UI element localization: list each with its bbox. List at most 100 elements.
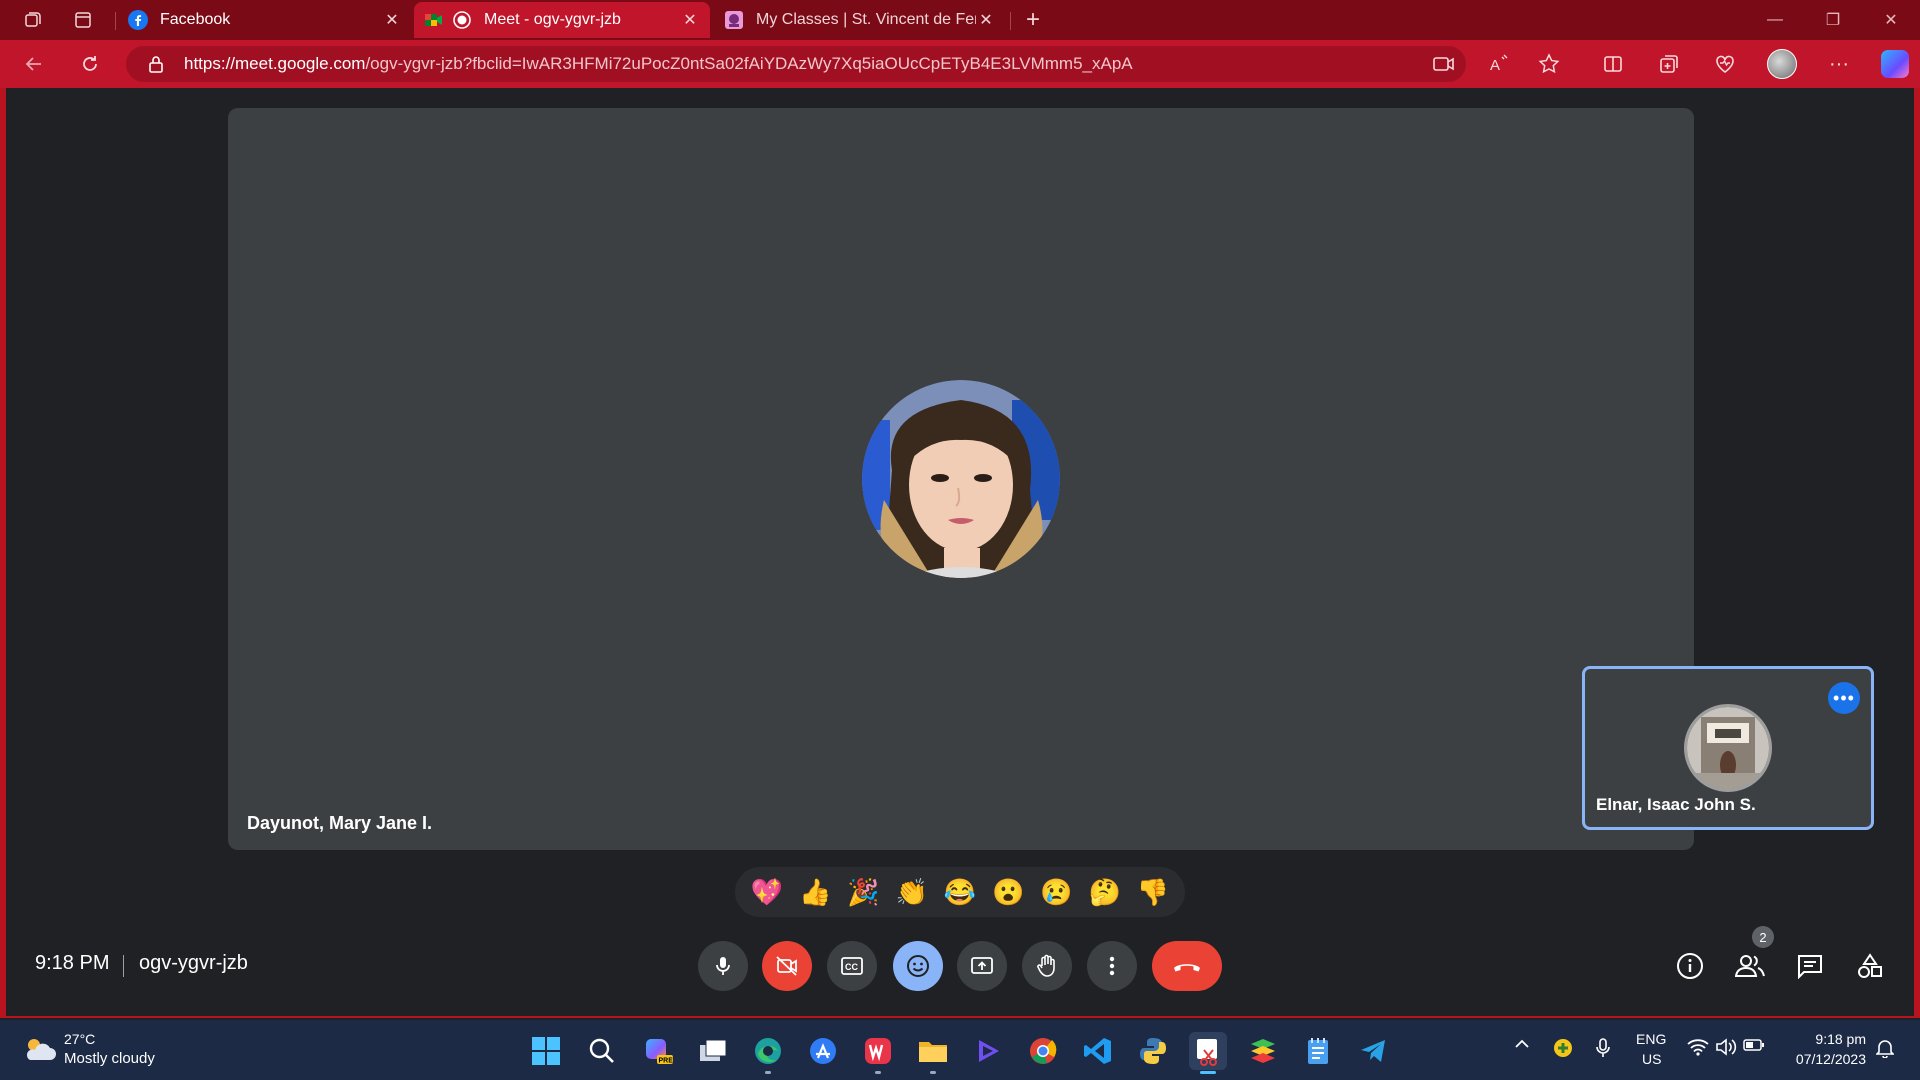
browser-tab-bar: Facebook ✕ Meet - ogv-ygvr-jzb ✕ My Clas… (0, 0, 1920, 40)
back-icon[interactable] (18, 49, 50, 79)
search-icon[interactable] (583, 1032, 621, 1070)
edge-icon[interactable] (749, 1032, 787, 1070)
volume-icon[interactable] (1714, 1038, 1738, 1056)
restore-icon[interactable]: ❐ (1804, 0, 1862, 40)
self-participant-name: Elnar, Isaac John S. (1596, 795, 1756, 814)
people-icon[interactable] (1732, 948, 1768, 984)
notification-bell-icon[interactable] (1874, 1038, 1896, 1058)
input-region[interactable]: US (1642, 1051, 1661, 1067)
chat-icon[interactable] (1792, 948, 1828, 984)
minimize-icon[interactable]: — (1746, 0, 1804, 40)
more-options-icon[interactable]: ••• (1828, 682, 1860, 714)
tab-label: My Classes | St. Vincent de Ferrer (756, 11, 976, 28)
python-icon[interactable] (1134, 1032, 1172, 1070)
start-icon[interactable] (527, 1032, 565, 1070)
svg-text:PRE: PRE (659, 1058, 674, 1065)
active-indicator (1200, 1071, 1216, 1074)
hang-up-icon (1174, 964, 1200, 972)
meet-icon (424, 10, 444, 30)
read-aloud-icon[interactable]: A (1484, 49, 1514, 79)
close-window-icon[interactable]: ✕ (1862, 0, 1920, 40)
meeting-info-icon[interactable] (1672, 948, 1708, 984)
weather-description: Mostly cloudy (64, 1050, 155, 1067)
weather-temperature: 27°C (64, 1031, 96, 1047)
system-clock[interactable]: 9:18 pm 07/12/2023 (1782, 1029, 1866, 1069)
reaction-surprised[interactable]: 😮 (986, 870, 1030, 914)
present-screen-button[interactable] (957, 941, 1007, 991)
url-field[interactable]: https://meet.google.com/ogv-ygvr-jzb?fbc… (126, 46, 1466, 82)
participant-avatar (862, 380, 1060, 578)
close-tab-icon[interactable]: ✕ (680, 10, 700, 30)
more-options-button[interactable] (1087, 941, 1137, 991)
video-camera-icon[interactable] (1432, 49, 1456, 84)
wifi-icon[interactable] (1686, 1038, 1710, 1056)
microphone-button[interactable] (698, 941, 748, 991)
clock-time: 9:18 pm (1815, 1031, 1866, 1047)
captions-icon: CC (841, 957, 863, 975)
clipchamp-icon[interactable] (969, 1032, 1007, 1070)
url-host: https://meet.google.com (184, 54, 366, 73)
facebook-icon (128, 10, 148, 30)
split-screen-icon[interactable] (1598, 49, 1628, 79)
close-tab-icon[interactable]: ✕ (976, 10, 996, 30)
reaction-party-popper[interactable]: 🎉 (842, 870, 886, 914)
microphone-icon (716, 957, 730, 975)
tab-facebook[interactable]: Facebook ✕ (118, 2, 412, 38)
notepad-icon[interactable] (1299, 1032, 1337, 1070)
bluestacks-icon[interactable] (1244, 1032, 1282, 1070)
tab-label: Facebook (160, 11, 231, 28)
school-icon (724, 10, 744, 30)
profile-avatar[interactable] (1767, 49, 1797, 79)
new-tab-button[interactable]: + (1018, 6, 1048, 34)
favorite-star-icon[interactable] (1534, 49, 1564, 79)
microphone-in-use-icon[interactable] (1592, 1038, 1614, 1058)
running-indicator (875, 1071, 881, 1074)
tab-actions-icon[interactable] (68, 6, 98, 34)
clock-date: 07/12/2023 (1795, 1051, 1866, 1067)
task-view-icon[interactable] (694, 1032, 732, 1070)
file-explorer-icon[interactable] (914, 1032, 952, 1070)
wps-office-icon[interactable] (859, 1032, 897, 1070)
close-tab-icon[interactable]: ✕ (382, 10, 402, 30)
settings-more-icon[interactable]: ··· (1824, 49, 1854, 79)
reaction-thinking[interactable]: 🤔 (1083, 870, 1127, 914)
reactions-bar: 💖 👍 🎉 👏 😂 😮 😢 🤔 👎 (735, 867, 1185, 917)
reaction-clapping[interactable]: 👏 (890, 870, 934, 914)
workspaces-icon[interactable] (18, 6, 48, 34)
reaction-laughing[interactable]: 😂 (938, 870, 982, 914)
vscode-icon[interactable] (1079, 1032, 1117, 1070)
captions-button[interactable]: CC (827, 941, 877, 991)
address-bar-row: https://meet.google.com/ogv-ygvr-jzb?fbc… (0, 40, 1920, 88)
camera-off-icon (776, 956, 797, 976)
reaction-sparkling-heart[interactable]: 💖 (745, 870, 789, 914)
reaction-thumbs-up[interactable]: 👍 (793, 870, 837, 914)
reaction-thumbs-down[interactable]: 👎 (1131, 870, 1175, 914)
telegram-icon[interactable] (1354, 1032, 1392, 1070)
svg-text:A: A (1490, 57, 1500, 74)
copilot-pre-icon[interactable]: PRE (639, 1032, 677, 1070)
end-call-button[interactable] (1152, 941, 1222, 991)
tab-my-classes[interactable]: My Classes | St. Vincent de Ferrer ✕ (714, 2, 1006, 38)
battery-icon[interactable] (1742, 1038, 1766, 1052)
collections-icon[interactable] (1654, 49, 1684, 79)
browser-essentials-icon[interactable] (1710, 49, 1740, 79)
app-store-icon[interactable] (804, 1032, 842, 1070)
input-language[interactable]: ENG (1636, 1031, 1666, 1047)
reaction-crying[interactable]: 😢 (1034, 870, 1078, 914)
emoji-button[interactable] (893, 941, 943, 991)
tab-meet[interactable]: Meet - ogv-ygvr-jzb ✕ (414, 2, 710, 38)
weather-icon[interactable] (20, 1030, 58, 1068)
raise-hand-icon (1037, 954, 1055, 977)
raise-hand-button[interactable] (1022, 941, 1072, 991)
participant-count-badge: 2 (1752, 926, 1774, 948)
snipping-tool-icon[interactable] (1189, 1032, 1227, 1070)
copilot-icon[interactable] (1880, 49, 1910, 79)
refresh-icon[interactable] (74, 49, 106, 79)
url-path: /ogv-ygvr-jzb?fbclid=IwAR3HFMi72uPocZ0nt… (365, 54, 1133, 73)
activities-icon[interactable] (1852, 948, 1888, 984)
main-participant-name: Dayunot, Mary Jane I. (247, 813, 433, 833)
vpn-status-icon[interactable] (1552, 1038, 1574, 1058)
camera-off-button[interactable] (762, 941, 812, 991)
chrome-icon[interactable] (1024, 1032, 1062, 1070)
show-hidden-icons-icon[interactable] (1512, 1038, 1532, 1050)
